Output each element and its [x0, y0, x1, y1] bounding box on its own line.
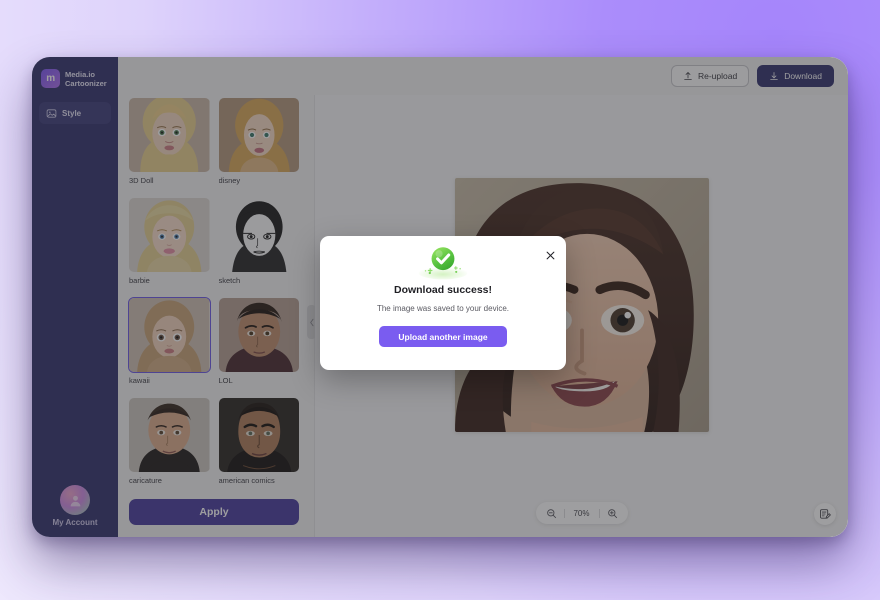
style-thumb-disney[interactable] — [218, 97, 301, 173]
account-button[interactable]: My Account — [32, 485, 118, 537]
zoom-separator — [599, 509, 600, 518]
brand-line-1: Media.io — [65, 70, 107, 79]
style-preview-disney — [219, 98, 300, 172]
success-check-graphic — [414, 243, 472, 283]
style-label: 3D Doll — [129, 175, 211, 186]
style-preview-caricature — [129, 398, 210, 472]
modal-subtitle: The image was saved to your device. — [377, 304, 509, 313]
brand-text: Media.io Cartoonizer — [65, 70, 107, 88]
style-thumb-kawaii[interactable] — [128, 297, 211, 373]
style-item[interactable]: sketch — [218, 197, 301, 293]
panel-divider — [308, 95, 315, 537]
sidebar-item-style-label: Style — [62, 109, 81, 118]
sidebar: m Media.io Cartoonizer Style — [32, 57, 118, 537]
upload-icon — [683, 71, 693, 81]
style-preview-barbie — [129, 198, 210, 272]
brand-mark-icon: m — [41, 69, 60, 88]
style-label: disney — [219, 175, 301, 186]
style-item[interactable]: disney — [218, 97, 301, 193]
download-button[interactable]: Download — [757, 65, 834, 87]
style-thumb-3d-doll[interactable] — [128, 97, 211, 173]
re-upload-button[interactable]: Re-upload — [671, 65, 749, 87]
style-panel: 3D Doll — [118, 95, 308, 537]
apply-button[interactable]: Apply — [129, 499, 299, 525]
re-upload-label: Re-upload — [698, 71, 737, 81]
style-label: american comics — [219, 475, 301, 486]
close-icon — [546, 251, 555, 260]
image-icon — [46, 108, 57, 119]
download-success-modal: Download success! The image was saved to… — [320, 236, 566, 370]
style-preview-american-comics — [219, 398, 300, 472]
style-item[interactable]: american comics — [218, 397, 301, 493]
style-item[interactable]: 3D Doll — [128, 97, 211, 193]
feedback-button[interactable] — [814, 503, 836, 525]
sidebar-item-style[interactable]: Style — [39, 102, 111, 124]
zoom-controls: 70% — [536, 502, 628, 524]
avatar — [60, 485, 90, 515]
style-item[interactable]: LOL — [218, 297, 301, 393]
zoom-out-icon[interactable] — [546, 508, 557, 519]
style-item[interactable]: caricature — [128, 397, 211, 493]
feedback-icon — [819, 508, 831, 520]
download-icon — [769, 71, 779, 81]
style-thumb-caricature[interactable] — [128, 397, 211, 473]
style-preview-lol — [219, 298, 300, 372]
chevron-left-icon — [309, 318, 315, 327]
style-item[interactable]: barbie — [128, 197, 211, 293]
zoom-separator — [564, 509, 565, 518]
style-label: barbie — [129, 275, 211, 286]
style-label: kawaii — [129, 375, 211, 386]
style-grid: 3D Doll — [128, 95, 300, 493]
style-preview-kawaii — [129, 298, 210, 372]
upload-another-image-label: Upload another image — [398, 332, 487, 342]
style-thumb-barbie[interactable] — [128, 197, 211, 273]
top-toolbar: Re-upload Download — [118, 57, 848, 95]
style-thumb-lol[interactable] — [218, 297, 301, 373]
account-label: My Account — [52, 518, 97, 527]
style-label: sketch — [219, 275, 301, 286]
desktop-backdrop: m Media.io Cartoonizer Style — [0, 0, 880, 600]
modal-title: Download success! — [394, 284, 492, 296]
style-thumb-sketch[interactable] — [218, 197, 301, 273]
style-thumb-american-comics[interactable] — [218, 397, 301, 473]
zoom-in-icon[interactable] — [607, 508, 618, 519]
style-preview-sketch — [219, 198, 300, 272]
brand-logo: m Media.io Cartoonizer — [32, 57, 118, 98]
brand-mark-letter: m — [41, 69, 60, 88]
modal-close-button[interactable] — [544, 249, 556, 261]
download-label: Download — [784, 71, 822, 81]
brand-line-2: Cartoonizer — [65, 79, 107, 88]
style-preview-3d-doll — [129, 98, 210, 172]
apply-label: Apply — [199, 506, 228, 518]
style-label: LOL — [219, 375, 301, 386]
user-icon — [68, 493, 83, 508]
style-item[interactable]: kawaii — [128, 297, 211, 393]
upload-another-image-button[interactable]: Upload another image — [379, 326, 507, 347]
style-label: caricature — [129, 475, 211, 486]
zoom-level-label: 70% — [572, 509, 592, 518]
success-check-icon — [414, 243, 472, 283]
